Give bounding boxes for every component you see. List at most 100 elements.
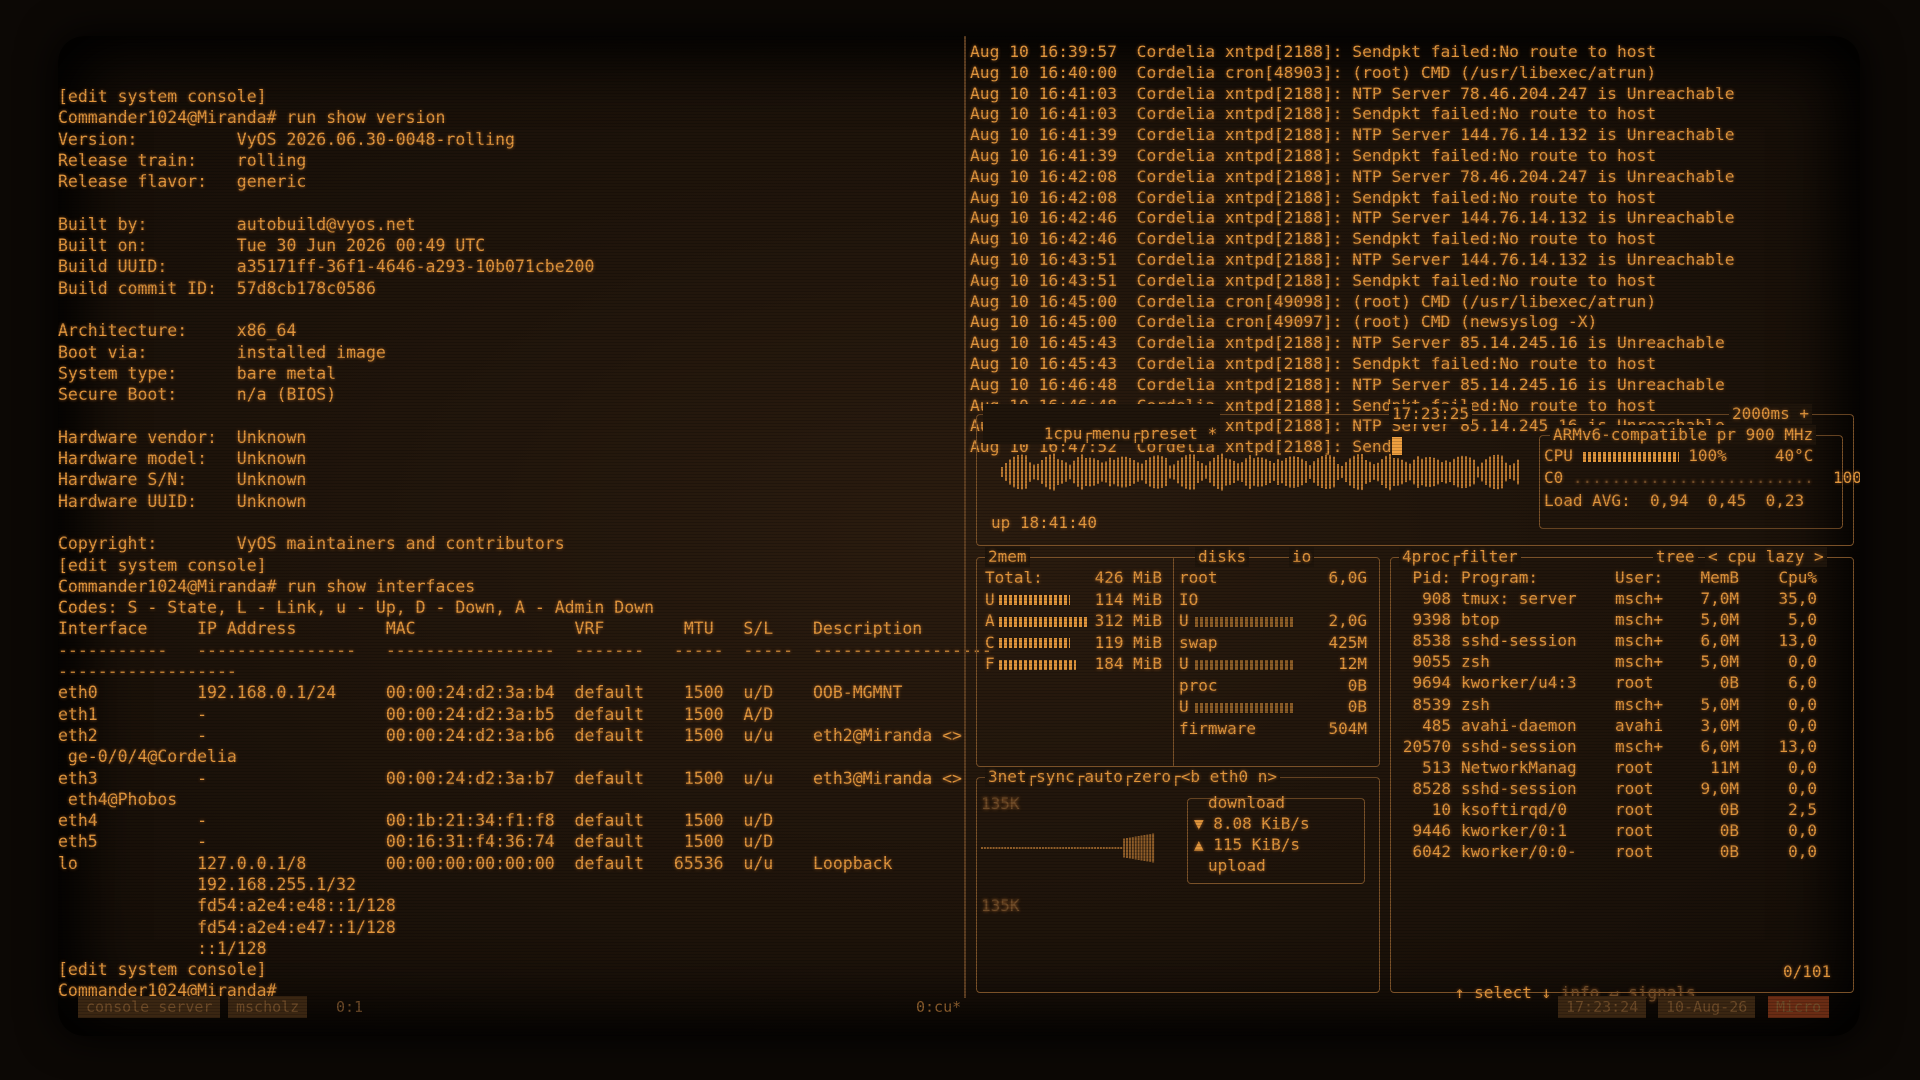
tab-sync[interactable]: sync [1036, 767, 1075, 786]
cpu-graph-bar [1429, 456, 1431, 488]
terminal-line: [edit system console] [58, 555, 267, 575]
proc-program: kworker/u4:3 [1461, 673, 1577, 693]
cpu-graph-bar [1393, 458, 1395, 486]
cpu-graph-bar [1345, 461, 1347, 483]
mem-box: 2mem disks io Total: 426 MiB U 114 MiB A 3… [976, 547, 1380, 767]
cpu-freq: 900 MHz [1745, 425, 1814, 444]
cpu-graph-bar [1005, 462, 1007, 482]
update-interval[interactable]: 2000ms + [1729, 404, 1813, 424]
load-15: 0,23 [1765, 491, 1805, 510]
cpu-stats-box: ARMv6-compatible pr 900 MHz CPU 100% 40°… [1539, 425, 1860, 529]
cpu-graph-bar [1513, 463, 1515, 481]
proc-pid: 8539 [1412, 694, 1451, 714]
cpu-graph-bar [1461, 455, 1463, 489]
tab-zero[interactable]: zero [1133, 767, 1172, 786]
cpu-graph-bar [1421, 458, 1423, 486]
cpu-graph-bar [1309, 465, 1311, 479]
net-graph-bar [1047, 847, 1050, 849]
net-graph-bar [989, 847, 992, 849]
mem-title[interactable]: 2mem [985, 547, 1030, 567]
proc-mem: 5,0M [1700, 694, 1739, 714]
net-graph-bar [992, 847, 995, 849]
terminal-line: Built on: Tue 30 Jun 2026 00:49 UTC [58, 236, 486, 256]
proc-user: msch+ [1615, 589, 1664, 608]
cpu-graph-bar [1445, 460, 1447, 484]
net-graph-bar [1001, 847, 1004, 849]
cpu-graph-bar [1117, 457, 1119, 487]
terminal-line: Secure Boot: n/a (BIOS) [58, 385, 337, 405]
proc-header: Pid: [1412, 568, 1451, 587]
net-title[interactable]: 3net [988, 767, 1027, 786]
cpu-graph-bar [1509, 465, 1511, 479]
disk-name: U [1179, 697, 1189, 716]
proc-cpu: 2,5 [1788, 800, 1817, 819]
cpu-graph-bar [1109, 457, 1111, 487]
tab-auto[interactable]: auto [1084, 767, 1123, 786]
disk-name: root [1179, 568, 1218, 587]
terminal-line: eth3 - 00:00:24:d2:3a:b7 default 1500 u/… [58, 768, 962, 788]
cpu-graph-bar [1157, 455, 1159, 489]
pane-divider[interactable] [964, 36, 966, 998]
proc-cpu: 0,0 [1788, 652, 1817, 672]
tab-interface[interactable]: <b eth0 n> [1181, 767, 1277, 786]
proc-program: sshd-session [1461, 736, 1577, 756]
cpu-graph-bar [1381, 458, 1383, 486]
net-graph-bar [1050, 847, 1053, 849]
proc-pid: 513 [1422, 757, 1451, 777]
proc-pid: 485 [1422, 715, 1451, 735]
proc-program: NetworkManag [1461, 757, 1577, 777]
cpu-graph-bar [1085, 458, 1087, 486]
cpu-graph-bar [1189, 454, 1191, 490]
proc-sort[interactable]: < cpu lazy > [1705, 547, 1827, 567]
core0-label: C0 [1544, 468, 1564, 487]
terminal-line: Build commit ID: 57d8cb178c0586 [58, 278, 376, 298]
cpu-graph-bar [1081, 454, 1083, 490]
cpu-graph-bar [1205, 465, 1207, 479]
cpu-graph-bar [1125, 456, 1127, 488]
proc-title[interactable]: 4proc [1402, 547, 1450, 566]
cpu-graph-bar [1361, 453, 1363, 491]
mem-row: C 119 MiB [985, 633, 1162, 654]
log-line: Aug 10 16:41:39 Cordelia xntpd[2188]: Se… [970, 145, 1657, 165]
cpu-graph-bar [1057, 458, 1059, 486]
cpu-graph-bar [1489, 456, 1491, 488]
cpu-graph-bar [1377, 462, 1379, 482]
proc-filter[interactable]: filter [1460, 547, 1518, 566]
terminal-line: eth4 - 00:1b:21:34:f1:f8 default 1500 u/… [58, 811, 774, 831]
net-graph-bar [1117, 847, 1120, 849]
cpu-graph-bar [1017, 455, 1019, 489]
net-graph-bar [1010, 847, 1012, 849]
proc-header: MemB [1700, 568, 1739, 587]
cpu-graph-bar [1025, 455, 1027, 489]
net-graph-bar [1111, 847, 1114, 849]
tmux-session[interactable]: console server [78, 996, 221, 1018]
cpu-graph-bar [1065, 462, 1067, 482]
left-terminal[interactable]: [edit system console] Commander1024@Miran… [58, 86, 992, 1002]
cpu-graph-bar [1337, 464, 1339, 480]
disks-title[interactable]: disks [1195, 547, 1250, 567]
terminal-line: fd54:a2e4:e47::1/128 [58, 917, 396, 937]
proc-program: zsh [1461, 694, 1490, 714]
cpu-graph-bar [1397, 458, 1399, 486]
net-tabs[interactable]: 3net┌sync┌auto┌zero┌<b eth0 n> [985, 767, 1281, 787]
cpu-graph-bar [1453, 458, 1455, 486]
syslog-pane[interactable]: Aug 10 16:39:57 Cordelia xntpd[2188]: Se… [970, 42, 1860, 458]
cpu-graph-bar [1113, 459, 1115, 485]
download-rate: ▼ 8.08 KiB/s [1194, 814, 1310, 833]
cpu-graph-bar [1153, 455, 1155, 489]
proc-tabs[interactable]: 4proc┌filter [1399, 547, 1521, 567]
tmux-window[interactable]: 0:cu* [908, 996, 969, 1018]
cpu-graph-bar [1173, 464, 1175, 480]
cpu-model: ARMv6-compatible pr 900 MHz [1550, 425, 1817, 445]
core0-pct: 100% [1833, 468, 1860, 487]
proc-pid: 20570 [1402, 736, 1451, 756]
cpu-graph-bar [1121, 456, 1123, 488]
cpu-graph-bar [1045, 456, 1047, 488]
net-graph-bar [1137, 836, 1140, 860]
io-title[interactable]: io [1289, 547, 1315, 567]
proc-tree[interactable]: tree [1653, 547, 1698, 567]
mem-label: F [985, 654, 995, 673]
cpu-graph-bar [1201, 463, 1203, 481]
